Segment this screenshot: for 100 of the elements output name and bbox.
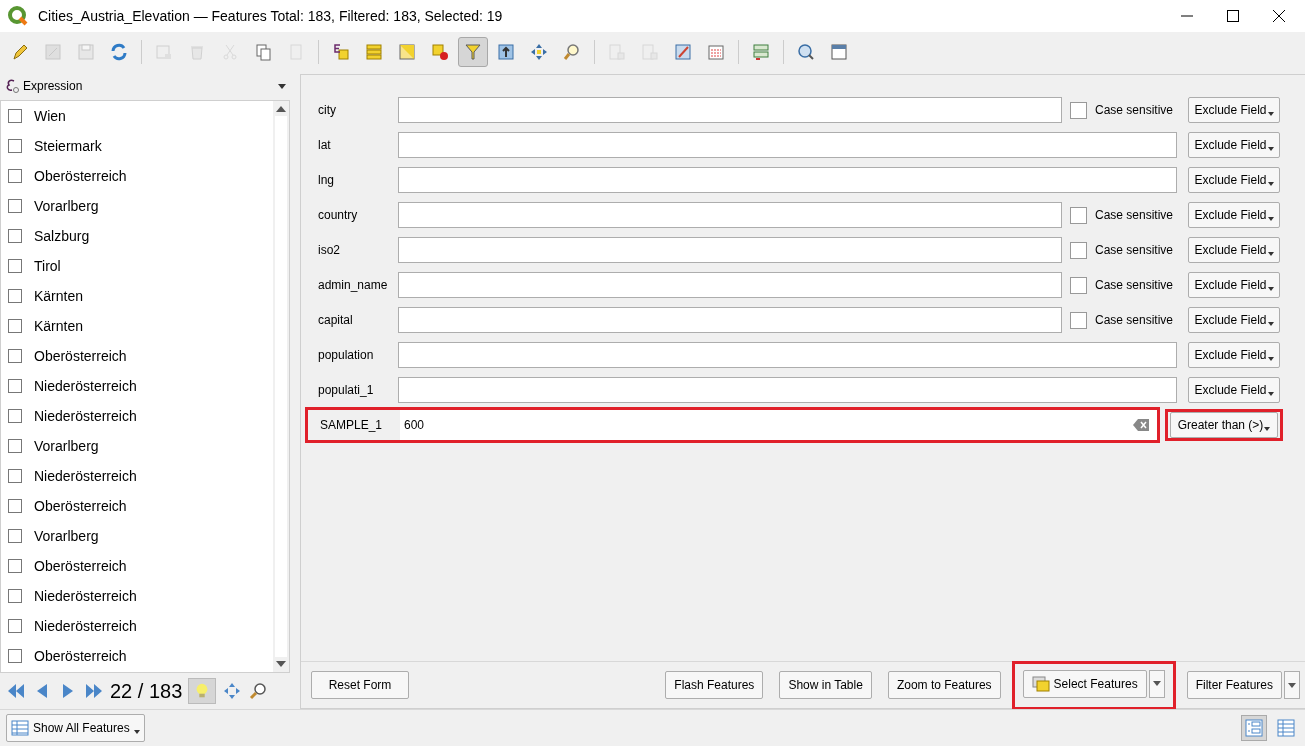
- last-icon[interactable]: [84, 681, 104, 701]
- caret-icon: [1267, 322, 1274, 326]
- maximize-icon[interactable]: [1227, 10, 1239, 22]
- dropdown-button[interactable]: [1284, 671, 1300, 699]
- zoom-icon[interactable]: [248, 681, 269, 701]
- arrow-up-icon: [496, 42, 516, 62]
- field-option-button[interactable]: Exclude Field: [1188, 237, 1280, 263]
- caret-icon: [1288, 682, 1296, 688]
- feature-list-item[interactable]: Vorarlberg: [1, 191, 273, 221]
- feature-list-item[interactable]: Oberösterreich: [1, 641, 273, 671]
- checkbox-label: Case sensitive: [1095, 278, 1174, 292]
- magnifier-icon: [796, 42, 816, 62]
- field-option-button[interactable]: Exclude Field: [1188, 167, 1280, 193]
- deselect-icon: [430, 42, 450, 62]
- app-logo-icon: [8, 6, 28, 26]
- form-icon: [1245, 719, 1263, 737]
- feature-list-item[interactable]: Niederösterreich: [1, 461, 273, 491]
- rows-icon: [364, 42, 384, 62]
- field-label: iso2: [318, 243, 341, 257]
- feature-list-item[interactable]: Steiermark: [1, 131, 273, 161]
- caret-icon: [1267, 147, 1274, 151]
- refresh-icon: [109, 42, 129, 62]
- field-option-button[interactable]: Greater than (>): [1170, 412, 1278, 438]
- scroll-up-icon[interactable]: [276, 106, 286, 112]
- action-button[interactable]: Show in Table: [779, 671, 872, 699]
- input-field[interactable]: [398, 307, 1062, 333]
- input-field[interactable]: [398, 167, 1177, 193]
- lightbulb-button[interactable]: [188, 678, 217, 704]
- field-option-button[interactable]: Exclude Field: [1188, 377, 1280, 403]
- window-title: Cities_Austria_Elevation — Features Total: 183, Filtered: 183, Selected: 19: [38, 8, 504, 24]
- input-field[interactable]: [398, 342, 1177, 368]
- action-button[interactable]: Zoom to Features: [887, 671, 1001, 699]
- feature-list-item[interactable]: Wien: [1, 101, 273, 131]
- action-button[interactable]: Flash Features: [665, 671, 764, 699]
- clear-icon[interactable]: [1133, 419, 1149, 431]
- feature-list-item[interactable]: Niederösterreich: [1, 371, 273, 401]
- window-icon: [829, 42, 849, 62]
- action-button[interactable]: Select Features: [1022, 669, 1147, 698]
- show-all-features-button[interactable]: Show All Features: [6, 714, 145, 742]
- checkbox[interactable]: [1070, 206, 1087, 224]
- field-option-button[interactable]: Exclude Field: [1188, 202, 1280, 228]
- filter-icon: [463, 42, 483, 62]
- field-option-button[interactable]: Exclude Field: [1188, 272, 1280, 298]
- magnifier-icon: [562, 42, 582, 62]
- feature-list-item[interactable]: Oberösterreich: [1, 341, 273, 371]
- save-icon: [76, 42, 96, 62]
- field-option-button[interactable]: Exclude Field: [1188, 307, 1280, 333]
- close-icon[interactable]: [1273, 10, 1285, 22]
- checkbox-label: Case sensitive: [1095, 313, 1174, 327]
- feature-list-item[interactable]: Kärnten: [1, 281, 273, 311]
- caret-icon: [1267, 357, 1274, 361]
- feature-list-item[interactable]: Salzburg: [1, 221, 273, 251]
- feature-list-item[interactable]: Oberösterreich: [1, 551, 273, 581]
- feature-list-item[interactable]: Oberösterreich: [1, 491, 273, 521]
- input-field[interactable]: [398, 237, 1062, 263]
- scrollbar[interactable]: [273, 101, 289, 672]
- table-icon: [11, 720, 29, 736]
- input-field[interactable]: [398, 97, 1062, 123]
- field-label: country: [318, 208, 359, 222]
- field-label: populati_1: [318, 383, 375, 397]
- feature-list-item[interactable]: Tirol: [1, 251, 273, 281]
- caret-icon: [1152, 681, 1161, 686]
- field-option-button[interactable]: Exclude Field: [1188, 342, 1280, 368]
- input-field[interactable]: [398, 202, 1062, 228]
- checkbox[interactable]: [1070, 101, 1087, 119]
- checkbox[interactable]: [1070, 276, 1087, 294]
- input-field[interactable]: [398, 132, 1177, 158]
- caret-icon: [1264, 427, 1271, 431]
- feature-counter: 22 / 183: [110, 679, 183, 703]
- feature-list-item[interactable]: Niederösterreich: [1, 611, 273, 641]
- field-option-button[interactable]: Exclude Field: [1188, 132, 1280, 158]
- feature-list-item[interactable]: Niederösterreich: [1, 581, 273, 611]
- input-field[interactable]: [398, 272, 1062, 298]
- epsilon-icon: [4, 78, 20, 94]
- field-calculator-icon: [673, 42, 693, 62]
- feature-list-item[interactable]: Vorarlberg: [1, 521, 273, 551]
- reset-form-button[interactable]: Reset Form: [311, 671, 409, 699]
- first-icon[interactable]: [6, 681, 26, 701]
- field-label: SAMPLE_1: [320, 418, 384, 432]
- copy-icon: [253, 42, 273, 62]
- field-option-button[interactable]: Exclude Field: [1188, 97, 1280, 123]
- feature-list-item[interactable]: Oberösterreich: [1, 161, 273, 191]
- caret-icon: [1267, 182, 1274, 186]
- caret-icon: [1267, 392, 1274, 396]
- expression-dropdown[interactable]: Expression: [0, 72, 290, 100]
- form-view-button[interactable]: [1241, 715, 1267, 741]
- dropdown-button[interactable]: [1148, 669, 1165, 698]
- input-field[interactable]: [398, 377, 1177, 403]
- feature-list-item[interactable]: Niederösterreich: [1, 401, 273, 431]
- feature-list-item[interactable]: Kärnten: [1, 311, 273, 341]
- checkbox[interactable]: [1070, 311, 1087, 329]
- feature-list-item[interactable]: Vorarlberg: [1, 431, 273, 461]
- caret-icon: [1267, 287, 1274, 291]
- checkbox[interactable]: [1070, 241, 1087, 259]
- checkbox-label: Case sensitive: [1095, 208, 1174, 222]
- field-label: population: [318, 348, 375, 362]
- scroll-down-icon[interactable]: [276, 661, 286, 667]
- input-field[interactable]: 600: [400, 410, 1157, 440]
- action-button[interactable]: Filter Features: [1186, 671, 1282, 699]
- field-label: city: [318, 103, 337, 117]
